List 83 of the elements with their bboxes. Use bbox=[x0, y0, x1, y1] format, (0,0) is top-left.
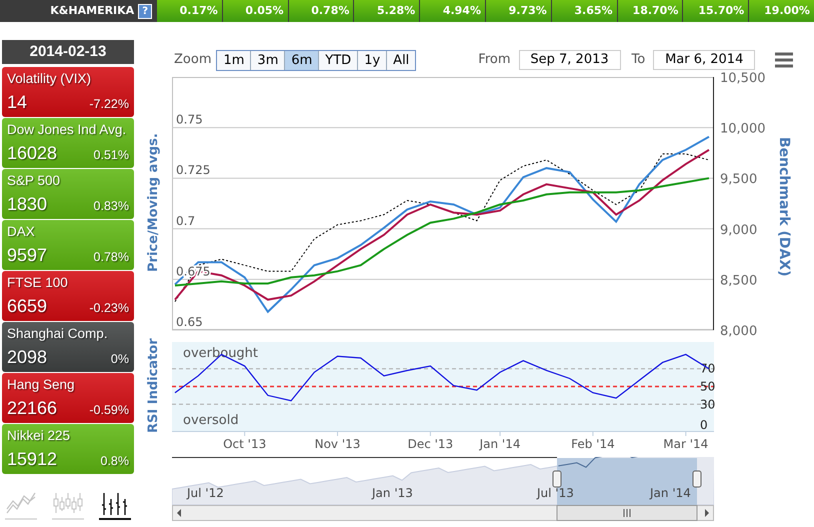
y-axis-label: 0.7 bbox=[176, 214, 196, 228]
navigator-label: Jan '13 bbox=[372, 486, 413, 500]
range-handle[interactable] bbox=[552, 470, 562, 488]
index-change: 0.51% bbox=[94, 147, 129, 164]
ticker-label: K&HAMERIKA bbox=[50, 2, 134, 19]
index-change: 0.8% bbox=[100, 453, 129, 470]
navigator-label: Jul '12 bbox=[187, 486, 224, 500]
from-date-field[interactable]: Sep 7, 2013 bbox=[518, 50, 621, 70]
zoom-button[interactable]: All bbox=[386, 50, 416, 70]
y-axis-label: 30 bbox=[700, 397, 716, 412]
y-axis-label: 10,500 bbox=[720, 71, 766, 86]
index-value: 6659 bbox=[7, 295, 48, 317]
index-change: -7.22% bbox=[89, 96, 129, 113]
index-name: Nikkei 225 bbox=[7, 427, 72, 445]
index-tile[interactable]: Volatility (VIX) 14 -7.22% bbox=[2, 67, 134, 117]
index-value: 1830 bbox=[7, 193, 48, 215]
index-value: 15912 bbox=[7, 448, 58, 470]
axis-title: Benchmark (DAX) bbox=[776, 137, 792, 277]
index-name: FTSE 100 bbox=[7, 274, 69, 292]
index-change: -0.59% bbox=[89, 402, 129, 419]
y-axis-label: 0 bbox=[700, 418, 708, 432]
ticker-value: 0.78% bbox=[288, 0, 354, 22]
index-change: 0.78% bbox=[94, 249, 129, 266]
ticker-value: 9.73% bbox=[486, 0, 551, 22]
index-name: S&P 500 bbox=[7, 172, 62, 190]
index-name: Hang Seng bbox=[7, 376, 76, 394]
from-label: From bbox=[478, 51, 511, 70]
ticker-value: 15.70% bbox=[683, 0, 748, 22]
x-axis-label: Nov '13 bbox=[314, 437, 360, 451]
axis-title: Price/Moving avgs. bbox=[147, 132, 161, 272]
y-axis-label: 50 bbox=[700, 380, 716, 394]
overbought-label: overbought bbox=[183, 346, 258, 361]
to-date-field[interactable]: Mar 6, 2014 bbox=[653, 50, 756, 70]
y-axis-label: 0.75 bbox=[176, 112, 203, 127]
x-axis-label: Dec '13 bbox=[408, 437, 454, 451]
zoom-button[interactable]: 1y bbox=[357, 50, 386, 70]
index-tile[interactable]: Hang Seng 22166 -0.59% bbox=[2, 373, 134, 423]
scrollbar[interactable] bbox=[172, 505, 714, 521]
index-name: Volatility (VIX) bbox=[7, 70, 92, 88]
zoom-label: Zoom bbox=[174, 51, 212, 70]
index-value: 2098 bbox=[7, 346, 48, 368]
y-axis-label: 8,500 bbox=[720, 273, 758, 288]
index-tile[interactable]: Shanghai Comp. 2098 0% bbox=[2, 322, 134, 372]
index-change: -0.23% bbox=[89, 300, 129, 317]
y-axis-label: 0.65 bbox=[176, 315, 203, 329]
oversold-label: oversold bbox=[183, 413, 239, 428]
y-axis-label: 9,500 bbox=[720, 172, 758, 188]
navigator-label: Jul '13 bbox=[537, 486, 574, 500]
ticker-value: 0.17% bbox=[157, 0, 222, 22]
index-change: 0.83% bbox=[94, 198, 129, 215]
index-value: 9597 bbox=[7, 244, 48, 266]
date-header: 2014-02-13 bbox=[2, 40, 134, 64]
menu-icon[interactable] bbox=[774, 52, 794, 68]
index-value: 22166 bbox=[7, 397, 58, 419]
ticker-value: 18.70% bbox=[618, 0, 682, 22]
index-value: 14 bbox=[7, 91, 28, 113]
index-tile[interactable]: FTSE 100 6659 -0.23% bbox=[2, 271, 134, 321]
ticker-value: 3.65% bbox=[552, 0, 617, 22]
zoom-button[interactable]: 6m bbox=[284, 50, 318, 70]
x-axis-label: Mar '14 bbox=[663, 437, 708, 451]
range-handle[interactable] bbox=[692, 470, 702, 488]
x-axis-label: Jan '14 bbox=[480, 437, 520, 451]
to-label: To bbox=[632, 51, 646, 70]
ticker-value: 19.00% bbox=[749, 0, 814, 22]
y-axis-label: 9,000 bbox=[720, 222, 758, 238]
ticker-value: 4.94% bbox=[420, 0, 485, 22]
x-axis-label: Feb '14 bbox=[571, 437, 615, 451]
y-axis-label: 8,000 bbox=[720, 324, 758, 339]
index-change: 0% bbox=[110, 351, 129, 368]
ticker-value: 0.05% bbox=[222, 0, 288, 22]
zoom-button[interactable]: YTD bbox=[318, 50, 358, 70]
index-value: 16028 bbox=[7, 142, 58, 164]
zoom-button[interactable]: 1m bbox=[217, 50, 250, 70]
zoom-button[interactable]: 3m bbox=[250, 50, 284, 70]
y-axis-label: 0.725 bbox=[176, 163, 210, 178]
y-axis-label: 10,000 bbox=[720, 122, 766, 137]
y-axis-label: 70 bbox=[700, 362, 716, 376]
index-name: Shanghai Comp. bbox=[7, 325, 109, 343]
navigator-label: Jan '14 bbox=[650, 486, 691, 500]
index-name: DAX bbox=[7, 223, 36, 241]
x-axis-label: Oct '13 bbox=[223, 437, 266, 451]
ticker-value: 5.28% bbox=[354, 0, 420, 22]
index-name: Dow Jones Ind Avg. bbox=[7, 121, 128, 139]
